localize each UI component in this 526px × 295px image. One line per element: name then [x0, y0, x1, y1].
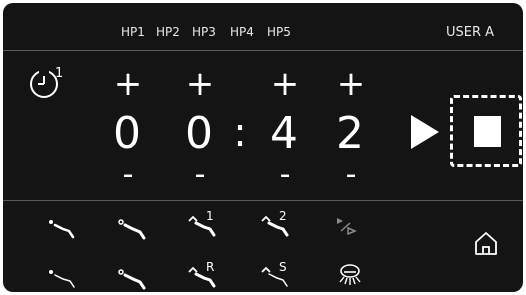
digit4-plus-button[interactable]: +	[336, 67, 366, 101]
stop-button[interactable]	[450, 95, 522, 167]
home-icon	[475, 232, 497, 255]
timer-digit-3: 4	[270, 108, 298, 159]
timer-index: 1	[55, 66, 63, 81]
timer-digit-1: 0	[113, 108, 141, 159]
handpiece-rotate-2-icon: 2	[261, 209, 289, 237]
digit1-minus-button[interactable]: -	[113, 158, 143, 192]
home-button[interactable]	[469, 226, 503, 260]
reverse-label: R	[206, 260, 214, 274]
handpiece-reverse-button[interactable]: R	[184, 259, 224, 289]
timer-icon[interactable]: 1	[27, 63, 71, 103]
handpiece-rotate-1-button[interactable]: 1	[184, 208, 224, 238]
hp1-label[interactable]: HP1	[121, 25, 145, 39]
s-label: S	[279, 260, 287, 274]
stop-icon	[474, 116, 501, 147]
rotate-2-label: 2	[279, 209, 287, 223]
digit2-minus-button[interactable]: -	[185, 158, 215, 192]
digit4-minus-button[interactable]: -	[336, 158, 366, 192]
hp5-label[interactable]: HP5	[267, 25, 291, 39]
handpiece-rotate-2-button[interactable]: 2	[257, 208, 297, 238]
digit3-plus-button[interactable]: +	[270, 67, 300, 101]
light-icon	[339, 264, 361, 285]
handpiece-s-button[interactable]: S	[257, 259, 297, 289]
hp3-label[interactable]: HP3	[192, 25, 216, 39]
handpiece-s-icon: S	[261, 260, 288, 287]
handpiece-1-icon	[49, 220, 75, 239]
timer-separator: :	[233, 110, 247, 156]
handpiece-reverse-icon: R	[188, 260, 216, 288]
handpiece-4-button[interactable]	[113, 263, 153, 292]
header-divider	[3, 50, 523, 51]
control-panel: HP1 HP2 HP3 HP4 HP5 USER A 1 + + + + 0 0…	[3, 3, 523, 292]
hp2-label[interactable]: HP2	[156, 25, 180, 39]
handpiece-1-button[interactable]	[43, 213, 83, 243]
digit3-minus-button[interactable]: -	[270, 158, 300, 192]
light-button[interactable]	[330, 261, 370, 291]
handpiece-2-icon	[118, 219, 146, 240]
play-step-icon	[337, 218, 357, 236]
handpiece-2-button[interactable]	[113, 213, 153, 243]
user-label[interactable]: USER A	[446, 25, 494, 40]
digit1-plus-button[interactable]: +	[113, 67, 143, 101]
play-icon	[411, 115, 439, 149]
tools-divider	[3, 200, 523, 201]
hp4-label[interactable]: HP4	[230, 25, 254, 39]
play-step-button[interactable]	[328, 211, 368, 241]
rotate-1-label: 1	[206, 209, 214, 223]
handpiece-rotate-1-icon: 1	[188, 209, 216, 237]
handpiece-3-button[interactable]	[43, 263, 83, 292]
digit2-plus-button[interactable]: +	[185, 67, 215, 101]
timer-digit-4: 2	[336, 108, 364, 159]
play-button[interactable]	[405, 109, 445, 155]
handpiece-4-icon	[118, 269, 146, 290]
timer-digit-2: 0	[185, 108, 213, 159]
handpiece-3-icon	[49, 270, 75, 288]
